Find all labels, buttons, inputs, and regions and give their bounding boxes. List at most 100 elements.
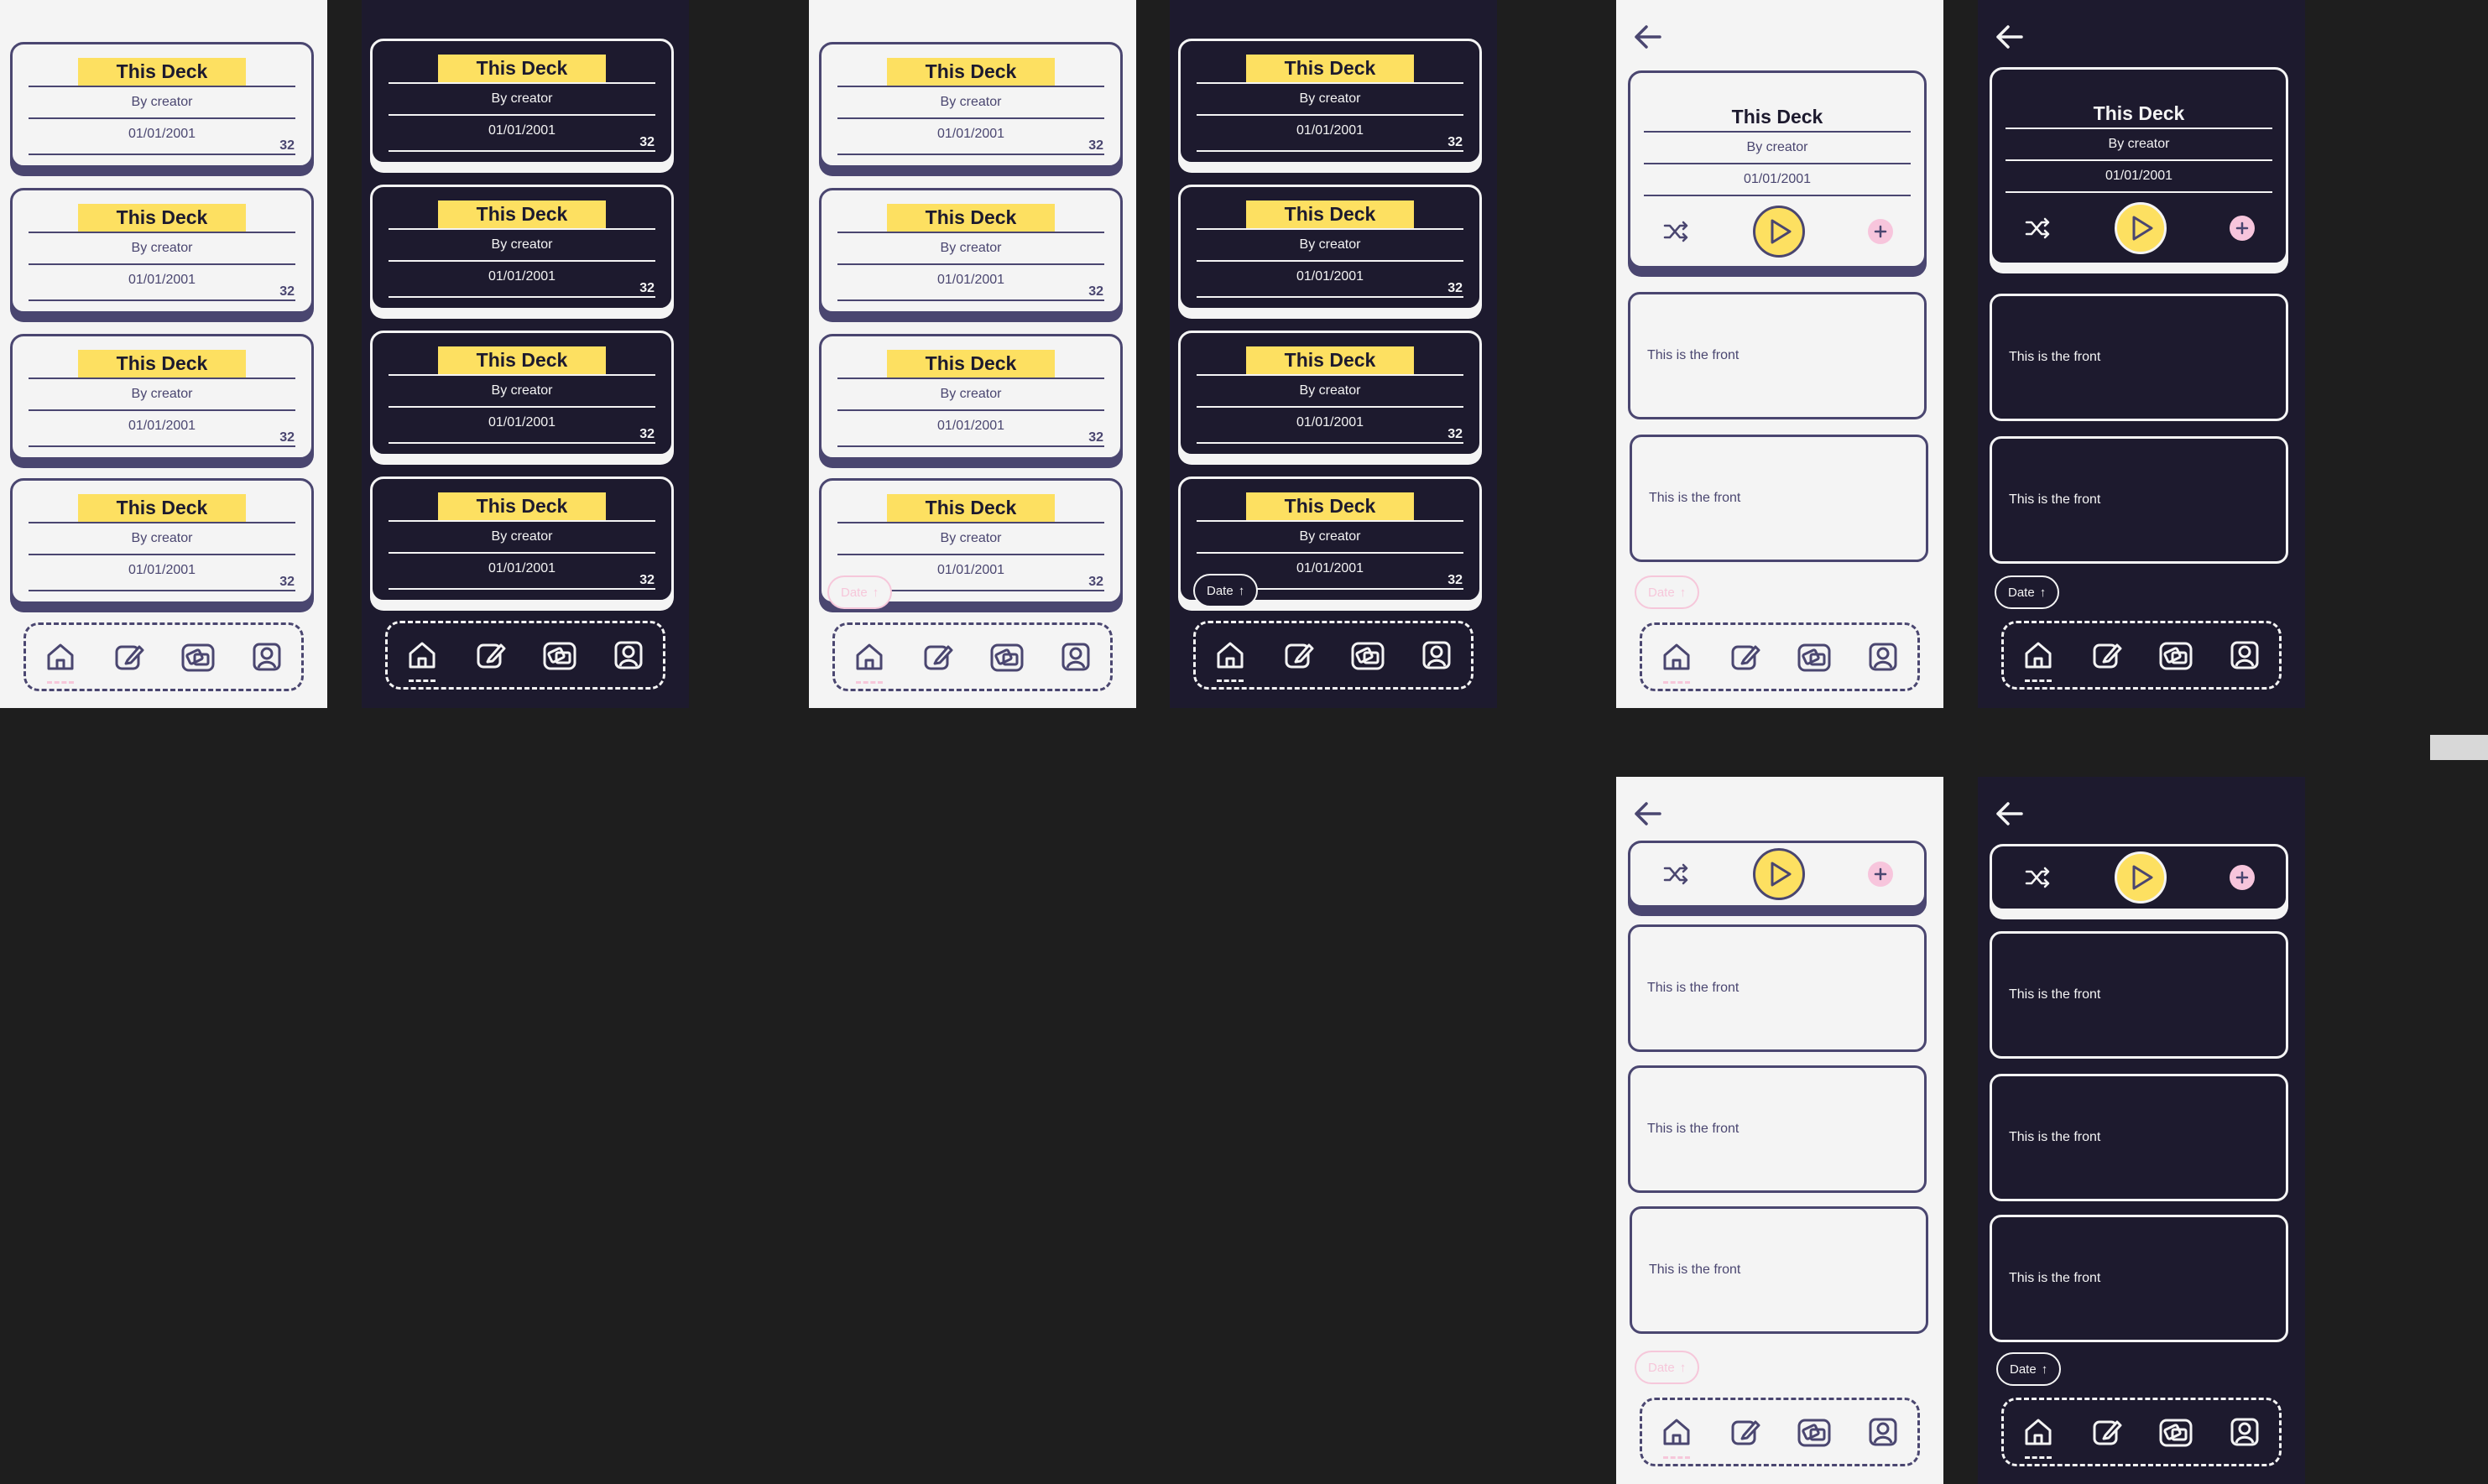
play-button[interactable] (1752, 848, 1805, 900)
flashcard[interactable]: This is the front (1628, 292, 1927, 419)
nav-home[interactable] (849, 637, 889, 684)
bottom-nav (832, 622, 1113, 691)
nav-profile[interactable] (247, 637, 287, 677)
nav-edit[interactable] (2087, 1412, 2127, 1452)
nav-profile[interactable] (2225, 635, 2265, 675)
sort-date-chip[interactable]: Date ↑ (1996, 1352, 2062, 1386)
nav-edit[interactable] (2087, 635, 2127, 675)
nav-cards[interactable] (2156, 1412, 2196, 1452)
add-card-button[interactable] (2229, 865, 2255, 890)
shuffle-button[interactable] (1661, 217, 1690, 246)
flashcard[interactable]: This is the front (1628, 1065, 1927, 1193)
deck-card[interactable]: This Deck By creator 01/01/2001 32 (10, 42, 314, 168)
sort-date-chip[interactable]: Date ↑ (827, 575, 893, 609)
profile-icon (253, 643, 281, 671)
nav-profile[interactable] (1416, 635, 1457, 675)
sort-date-chip[interactable]: Date ↑ (1635, 575, 1700, 609)
deck-card[interactable]: This Deck By creator 01/01/2001 32 (370, 185, 674, 310)
deck-creator: By creator (1299, 91, 1361, 106)
nav-edit[interactable] (109, 637, 149, 677)
deck-card[interactable]: This Deck By creator 01/01/2001 32 (10, 334, 314, 460)
deck-card[interactable]: This Deck By creator 01/01/2001 32 (1178, 39, 1482, 164)
nav-edit[interactable] (1279, 635, 1319, 675)
flashcard[interactable]: This is the front (1990, 1215, 2288, 1342)
nav-cards[interactable] (1348, 635, 1388, 675)
deck-card[interactable]: This Deck By creator 01/01/2001 32 (819, 334, 1123, 460)
deck-card[interactable]: This Deck By creator 01/01/2001 32 (370, 476, 674, 602)
sort-date-chip[interactable]: Date ↑ (1635, 1351, 1700, 1384)
nav-profile[interactable] (608, 635, 649, 675)
play-icon (1771, 862, 1792, 887)
nav-profile[interactable] (1863, 1412, 1903, 1452)
nav-cards[interactable] (178, 637, 218, 677)
nav-home[interactable] (1656, 1412, 1697, 1459)
nav-cards[interactable] (540, 635, 580, 675)
deck-title: This Deck (887, 350, 1055, 378)
flashcard[interactable]: This is the front (1630, 435, 1928, 562)
nav-edit[interactable] (918, 637, 958, 677)
shuffle-button[interactable] (1661, 860, 1690, 888)
sort-date-chip[interactable]: Date ↑ (1193, 574, 1259, 607)
back-arrow-icon[interactable] (1993, 20, 2026, 54)
play-button[interactable] (2114, 851, 2167, 903)
deck-card[interactable]: This Deck By creator 01/01/2001 32 (1178, 185, 1482, 310)
play-icon (2132, 216, 2153, 241)
play-button[interactable] (1752, 206, 1805, 258)
nav-cards[interactable] (1794, 1412, 1834, 1452)
shuffle-button[interactable] (2023, 214, 2052, 242)
deck-card[interactable]: This Deck By creator 01/01/2001 32 (819, 188, 1123, 314)
nav-profile[interactable] (1863, 637, 1903, 677)
nav-profile[interactable] (2225, 1412, 2265, 1452)
nav-home[interactable] (1210, 635, 1250, 682)
deck-card[interactable]: This Deck By creator 01/01/2001 32 (1178, 331, 1482, 456)
flashcard[interactable]: This is the front (1630, 1206, 1928, 1334)
deck-card[interactable]: This Deck By creator 01/01/2001 32 (819, 42, 1123, 168)
deck-card[interactable]: This Deck By creator 01/01/2001 32 (370, 331, 674, 456)
deck-card-count: 32 (279, 138, 295, 153)
deck-title: This Deck (887, 58, 1055, 86)
flashcard[interactable]: This is the front (1990, 294, 2288, 421)
flashcard-front-text: This is the front (1649, 491, 1741, 505)
nav-home[interactable] (2018, 635, 2058, 682)
sort-label: Date (1648, 585, 1675, 600)
sort-date-chip[interactable]: Date ↑ (1995, 575, 2060, 609)
deck-card-count: 32 (1088, 284, 1103, 299)
add-card-button[interactable] (1867, 862, 1893, 887)
deck-creator: By creator (940, 387, 1002, 401)
shuffle-icon (2026, 867, 2050, 888)
nav-edit[interactable] (471, 635, 511, 675)
nav-cards[interactable] (987, 637, 1027, 677)
flashcard[interactable]: This is the front (1628, 924, 1927, 1052)
back-arrow-icon[interactable] (1631, 20, 1665, 54)
profile-icon (1061, 643, 1090, 671)
flashcard[interactable]: This is the front (1990, 931, 2288, 1059)
deck-card[interactable]: This Deck By creator 01/01/2001 32 (10, 478, 314, 604)
profile-icon (1869, 1418, 1897, 1446)
shuffle-button[interactable] (2023, 863, 2052, 892)
deck-card[interactable]: This Deck By creator 01/01/2001 32 (370, 39, 674, 164)
nav-edit[interactable] (1725, 637, 1766, 677)
deck-title: This Deck (438, 346, 606, 374)
bottom-nav (1193, 621, 1474, 690)
deck-card[interactable]: This Deck By creator 01/01/2001 32 (10, 188, 314, 314)
back-arrow-icon[interactable] (1993, 797, 2026, 831)
add-card-button[interactable] (2229, 216, 2255, 241)
nav-cards[interactable] (1794, 637, 1834, 677)
edit-icon (1285, 643, 1314, 669)
deck-creator: By creator (1746, 140, 1808, 154)
back-arrow-icon[interactable] (1631, 797, 1665, 831)
nav-cards[interactable] (2156, 635, 2196, 675)
add-card-button[interactable] (1867, 219, 1893, 244)
nav-edit[interactable] (1725, 1412, 1766, 1452)
flashcard[interactable]: This is the front (1990, 436, 2288, 564)
controls-bar (1628, 841, 1927, 908)
home-icon (1663, 643, 1690, 670)
nav-profile[interactable] (1056, 637, 1096, 677)
canvas-marker (2430, 735, 2488, 760)
nav-home[interactable] (1656, 637, 1697, 684)
nav-home[interactable] (2018, 1412, 2058, 1459)
flashcard[interactable]: This is the front (1990, 1074, 2288, 1201)
nav-home[interactable] (402, 635, 442, 682)
nav-home[interactable] (40, 637, 81, 684)
play-button[interactable] (2114, 202, 2167, 254)
